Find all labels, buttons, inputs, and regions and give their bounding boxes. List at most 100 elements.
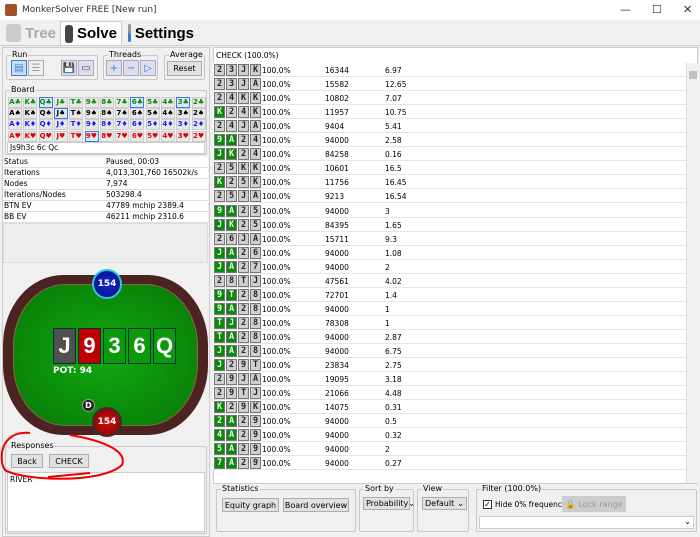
board-overview-button[interactable]: Board overview <box>283 498 349 512</box>
board-card-5-0[interactable]: 5♣ <box>145 97 160 108</box>
board-card-6-1[interactable]: 6♠ <box>130 108 145 120</box>
board-card-4-2[interactable]: 4♦ <box>161 119 175 131</box>
board-card-3-0[interactable]: 3♣ <box>176 97 191 108</box>
board-card-K-1[interactable]: K♠ <box>23 108 38 120</box>
board-card-Q-2[interactable]: Q♦ <box>38 119 53 131</box>
board-card-2-0[interactable]: 2♣ <box>191 97 206 108</box>
view-select[interactable]: Default ⌄ <box>422 497 467 510</box>
hand-row[interactable]: JA26 100.0% 94000 1.08 <box>213 245 686 260</box>
board-card-8-0[interactable]: 8♣ <box>99 97 114 108</box>
hand-row[interactable]: 9A28 100.0% 94000 1 <box>213 301 686 316</box>
board-card-T-3[interactable]: T♥ <box>69 130 84 142</box>
hand-row[interactable]: 24JA 100.0% 9404 5.41 <box>213 119 686 134</box>
board-card-J-2[interactable]: J♦ <box>53 119 68 131</box>
board-card-T-2[interactable]: T♦ <box>69 119 84 131</box>
board-card-7-2[interactable]: 7♦ <box>115 119 130 131</box>
hand-row[interactable]: 29TJ 100.0% 21066 4.48 <box>213 386 686 401</box>
board-card-7-1[interactable]: 7♠ <box>115 108 130 120</box>
maximize-button[interactable]: ☐ <box>652 3 662 16</box>
board-card-9-2[interactable]: 9♦ <box>84 119 99 131</box>
board-card-J-0[interactable]: J♣ <box>53 97 68 108</box>
folder-icon[interactable]: ▭ <box>78 60 94 76</box>
hand-row[interactable]: 24KK 100.0% 10802 7.07 <box>213 91 686 106</box>
hand-row[interactable]: TJ28 100.0% 78308 1 <box>213 315 686 330</box>
board-card-6-0[interactable]: 6♣ <box>130 97 145 108</box>
board-card-K-2[interactable]: K♦ <box>23 119 38 131</box>
board-card-J-1[interactable]: J♠ <box>53 108 68 120</box>
board-card-8-2[interactable]: 8♦ <box>99 119 114 131</box>
board-card-K-0[interactable]: K♣ <box>23 97 38 108</box>
close-button[interactable]: ✕ <box>683 3 692 16</box>
reset-button[interactable]: Reset <box>167 61 202 76</box>
hand-row[interactable]: 2A29 100.0% 94000 0.5 <box>213 414 686 429</box>
hand-row[interactable]: 5A29 100.0% 94000 2 <box>213 442 686 457</box>
board-card-A-2[interactable]: A♦ <box>8 119 22 131</box>
hand-row[interactable]: TA28 100.0% 94000 2.87 <box>213 329 686 344</box>
board-card-Q-1[interactable]: Q♠ <box>38 108 53 120</box>
board-card-9-1[interactable]: 9♠ <box>84 108 99 120</box>
equity-graph-button[interactable]: Equity graph <box>222 498 279 512</box>
hand-row[interactable]: 23JA 100.0% 15582 12.65 <box>213 77 686 92</box>
board-card-T-0[interactable]: T♣ <box>69 97 84 108</box>
play-icon[interactable]: ▷ <box>140 60 156 76</box>
hide-zero-checkbox[interactable]: ✓ <box>483 500 492 509</box>
board-card-9-0[interactable]: 9♣ <box>84 97 99 108</box>
hand-row[interactable]: 9A25 100.0% 94000 3 <box>213 203 686 218</box>
board-card-3-1[interactable]: 3♠ <box>176 108 191 120</box>
hand-row[interactable]: JA27 100.0% 94000 2 <box>213 259 686 274</box>
hand-row[interactable]: K29K 100.0% 14075 0.31 <box>213 400 686 415</box>
hand-row[interactable]: JK24 100.0% 84258 0.16 <box>213 147 686 162</box>
hand-row[interactable]: 23JK 100.0% 16344 6.97 <box>213 63 686 77</box>
board-card-Q-3[interactable]: Q♥ <box>38 130 53 142</box>
lock-range-button[interactable]: 🔒 Lock range <box>562 496 626 512</box>
hand-row[interactable]: J29T 100.0% 23834 2.75 <box>213 358 686 373</box>
board-card-4-1[interactable]: 4♠ <box>161 108 175 120</box>
board-card-A-3[interactable]: A♥ <box>8 130 22 142</box>
minimize-button[interactable]: — <box>620 3 631 16</box>
hand-row[interactable]: JK25 100.0% 84395 1.65 <box>213 217 686 232</box>
board-card-2-1[interactable]: 2♠ <box>191 108 206 120</box>
board-card-6-3[interactable]: 6♥ <box>130 130 145 142</box>
hand-row[interactable]: JA28 100.0% 94000 6.75 <box>213 344 686 358</box>
board-card-K-3[interactable]: K♥ <box>23 130 38 142</box>
minus-icon[interactable]: − <box>123 60 139 76</box>
hand-row[interactable]: 29JA 100.0% 19095 3.18 <box>213 372 686 387</box>
board-card-2-2[interactable]: 2♦ <box>191 119 206 131</box>
tab-solve[interactable]: Solve <box>60 21 122 45</box>
board-card-J-3[interactable]: J♥ <box>53 130 68 142</box>
list-scrollbar[interactable] <box>686 63 698 483</box>
sort-by-select[interactable]: Probability ⌄ <box>363 497 415 510</box>
document-icon[interactable]: ☰ <box>28 60 44 76</box>
board-card-5-1[interactable]: 5♠ <box>145 108 160 120</box>
hand-row[interactable]: K25K 100.0% 11756 16.45 <box>213 175 686 190</box>
hand-row[interactable]: 4A29 100.0% 94000 0.32 <box>213 428 686 443</box>
board-card-4-3[interactable]: 4♥ <box>161 130 175 142</box>
board-card-9-3[interactable]: 9♥ <box>84 130 99 142</box>
board-card-Q-0[interactable]: Q♣ <box>38 97 53 108</box>
board-card-6-2[interactable]: 6♦ <box>130 119 145 131</box>
tab-settings[interactable]: Settings <box>124 21 198 45</box>
board-card-5-2[interactable]: 5♦ <box>145 119 160 131</box>
board-card-4-0[interactable]: 4♣ <box>161 97 175 108</box>
board-card-3-2[interactable]: 3♦ <box>176 119 191 131</box>
board-card-7-0[interactable]: 7♣ <box>115 97 130 108</box>
board-card-T-1[interactable]: T♠ <box>69 108 84 120</box>
board-card-5-3[interactable]: 5♥ <box>145 130 160 142</box>
board-input[interactable]: Js9h3c 6c Qc <box>7 142 205 154</box>
run-grid-icon[interactable]: ▤ <box>11 60 27 76</box>
hand-row[interactable]: 9A24 100.0% 94000 2.58 <box>213 133 686 148</box>
board-card-A-0[interactable]: A♣ <box>8 97 22 108</box>
hand-row[interactable]: 25KK 100.0% 10601 16.5 <box>213 161 686 176</box>
save-icon[interactable]: 💾 <box>61 60 77 76</box>
hand-row[interactable]: 25JA 100.0% 9213 16.54 <box>213 189 686 204</box>
board-card-8-3[interactable]: 8♥ <box>99 130 114 142</box>
board-card-8-1[interactable]: 8♠ <box>99 108 114 120</box>
hand-row[interactable]: 7A29 100.0% 94000 0.27 <box>213 456 686 471</box>
board-card-A-1[interactable]: A♠ <box>8 108 22 120</box>
tab-tree[interactable]: Tree <box>2 21 60 45</box>
hand-row[interactable]: 28TJ 100.0% 47561 4.02 <box>213 273 686 288</box>
board-card-3-3[interactable]: 3♥ <box>176 130 191 142</box>
plus-icon[interactable]: + <box>106 60 122 76</box>
hand-row[interactable]: K24K 100.0% 11957 10.75 <box>213 105 686 120</box>
hand-row[interactable]: 26JA 100.0% 15711 9.3 <box>213 231 686 246</box>
